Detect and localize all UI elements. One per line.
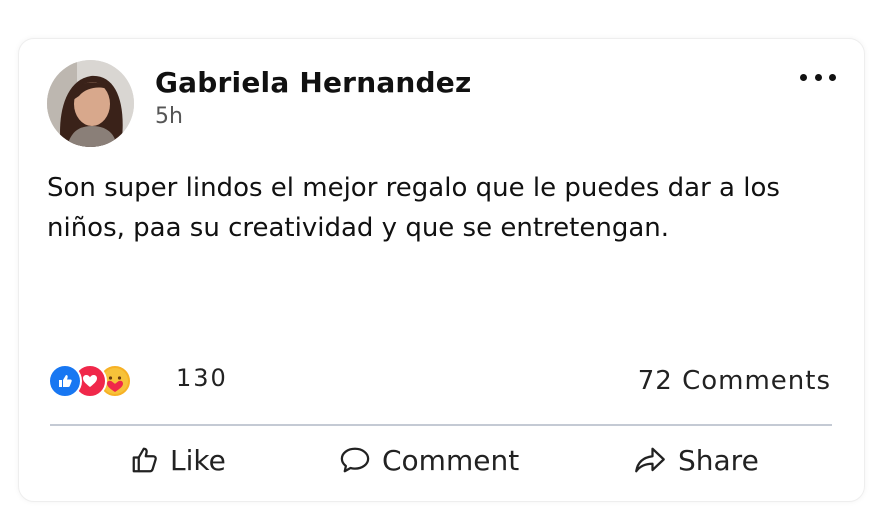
dot [829, 73, 836, 81]
comment-bubble-icon [340, 447, 370, 473]
comment-button[interactable]: Comment [338, 440, 519, 480]
comment-label: Comment [382, 443, 520, 477]
divider [50, 424, 832, 426]
dot [800, 73, 807, 81]
post-card [18, 38, 865, 502]
like-reaction-icon [48, 364, 82, 398]
like-label: Like [170, 443, 226, 477]
more-options-icon[interactable] [800, 66, 836, 88]
share-button[interactable]: Share [632, 440, 759, 480]
thumbs-up-icon [132, 447, 157, 473]
dot [814, 73, 822, 81]
post-text: Son super lindos el mejor regalo que le … [47, 173, 780, 243]
post-timestamp[interactable]: 5h [155, 104, 183, 129]
author-name[interactable]: Gabriela Hernandez [155, 66, 471, 99]
reaction-icons[interactable] [48, 364, 168, 398]
like-button[interactable]: Like [130, 440, 226, 480]
share-arrow-icon [635, 447, 665, 473]
author-avatar[interactable] [47, 60, 134, 147]
comments-count-link[interactable]: 72 Comments [638, 366, 831, 396]
share-label: Share [678, 443, 759, 477]
reaction-count[interactable]: 130 [176, 364, 228, 392]
